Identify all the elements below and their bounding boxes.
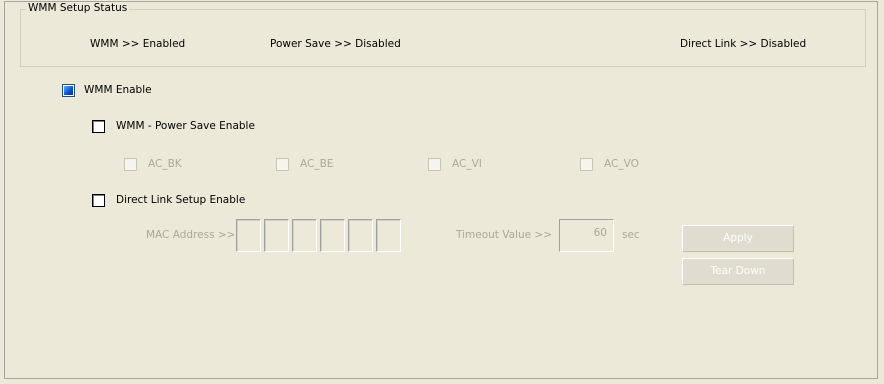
timeout-value-field[interactable]: 60 (559, 219, 614, 252)
power-save-enable-label: WMM - Power Save Enable (116, 120, 255, 132)
timeout-unit-label: sec (622, 229, 640, 241)
ac-vo-checkbox[interactable] (580, 158, 593, 171)
mac-address-label: MAC Address >> (146, 229, 236, 241)
mac-octet-2-field[interactable] (264, 219, 289, 252)
mac-octet-3-field[interactable] (292, 219, 317, 252)
apply-button[interactable]: Apply (682, 225, 794, 252)
mac-octet-5-field[interactable] (348, 219, 373, 252)
direct-link-status-text: Direct Link >> Disabled (680, 38, 807, 50)
wmm-status-text: WMM >> Enabled (90, 38, 186, 50)
mac-octet-4-field[interactable] (320, 219, 345, 252)
mac-octet-6-field[interactable] (376, 219, 401, 252)
wmm-enable-label: WMM Enable (84, 84, 152, 96)
ac-vi-checkbox[interactable] (428, 158, 441, 171)
power-save-enable-checkbox[interactable] (92, 120, 105, 133)
ac-vi-label: AC_VI (452, 158, 482, 170)
power-save-status-text: Power Save >> Disabled (270, 38, 401, 50)
direct-link-setup-label: Direct Link Setup Enable (116, 194, 246, 206)
wmm-setup-status-title: WMM Setup Status (26, 2, 130, 14)
wmm-enable-checkbox[interactable] (62, 84, 75, 97)
timeout-value-label: Timeout Value >> (456, 229, 552, 241)
ac-be-checkbox[interactable] (276, 158, 289, 171)
mac-octet-1-field[interactable] (236, 219, 261, 252)
ac-vo-label: AC_VO (604, 158, 639, 170)
ac-bk-checkbox[interactable] (124, 158, 137, 171)
ac-bk-label: AC_BK (148, 158, 182, 170)
direct-link-setup-checkbox[interactable] (92, 194, 105, 207)
ac-be-label: AC_BE (300, 158, 334, 170)
tear-down-button[interactable]: Tear Down (682, 258, 794, 285)
